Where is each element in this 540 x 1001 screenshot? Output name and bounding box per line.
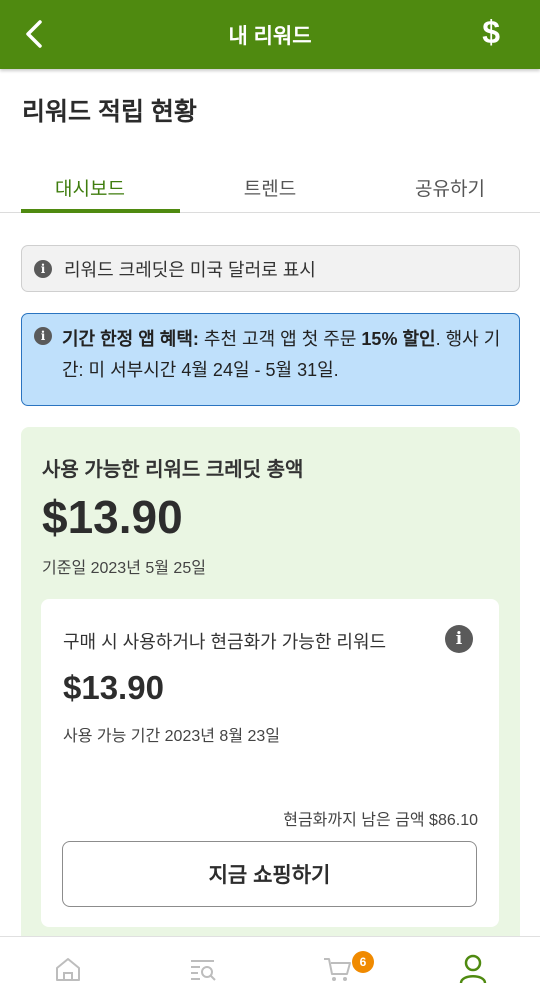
info-icon: i (34, 259, 52, 278)
dollar-icon[interactable]: $ (482, 12, 500, 52)
promo-bold-discount: 15% 할인 (361, 329, 436, 349)
account-icon (459, 954, 486, 984)
redeemable-amount: $13.90 (63, 669, 164, 706)
cart-count-badge: 6 (352, 951, 374, 973)
rewards-summary-card: 사용 가능한 리워드 크레딧 총액 $13.90 기준일 2023년 5월 25… (21, 427, 520, 947)
redeemable-label: 구매 시 사용하거나 현금화가 가능한 리워드 (63, 632, 387, 652)
page-title: 내 리워드 (228, 24, 312, 48)
chevron-left-icon (26, 20, 42, 48)
bottom-nav: 6 (0, 936, 540, 1001)
app-header: 내 리워드 $ (0, 0, 540, 69)
promo-bold-title: 기간 한정 앱 혜택: (62, 329, 199, 349)
total-credit-label: 사용 가능한 리워드 크레딧 총액 (42, 459, 304, 481)
info-icon: i (34, 327, 52, 345)
redeemable-rewards-card: 구매 시 사용하거나 현금화가 가능한 리워드 i $13.90 사용 가능 기… (41, 599, 499, 927)
expiry-date: 사용 가능 기간 2023년 8월 23일 (63, 728, 280, 745)
back-button[interactable] (14, 14, 54, 54)
remaining-to-cash: 현금화까지 남은 금액 $86.10 (283, 812, 478, 829)
promo-banner: i 기간 한정 앱 혜택: 추천 고객 앱 첫 주문 15% 할인. 행사 기간… (21, 313, 520, 406)
tab-trend[interactable]: 트렌드 (180, 160, 360, 212)
cart-icon (323, 958, 351, 981)
tab-share[interactable]: 공유하기 (360, 160, 540, 212)
promo-text: 기간 한정 앱 혜택: 추천 고객 앱 첫 주문 15% 할인. 행사 기간: … (62, 324, 505, 405)
notice-text: 리워드 크레딧은 미국 달러로 표시 (64, 259, 316, 280)
nav-cart[interactable]: 6 (270, 937, 405, 1001)
nav-account[interactable] (405, 937, 540, 1001)
home-icon (55, 958, 80, 981)
nav-home[interactable] (0, 937, 135, 1001)
browse-icon (190, 960, 216, 981)
info-icon[interactable]: i (445, 625, 473, 653)
tab-bar: 대시보드 트렌드 공유하기 (0, 160, 540, 213)
tab-dashboard[interactable]: 대시보드 (0, 160, 180, 213)
as-of-date: 기준일 2023년 5월 25일 (42, 560, 206, 577)
shop-now-button[interactable]: 지금 쇼핑하기 (62, 841, 477, 907)
nav-browse[interactable] (135, 937, 270, 1001)
promo-text-1: 추천 고객 앱 첫 주문 (198, 329, 362, 349)
section-title: 리워드 적립 현황 (22, 98, 197, 126)
total-credit-amount: $13.90 (42, 491, 183, 543)
currency-notice: i 리워드 크레딧은 미국 달러로 표시 (21, 245, 520, 292)
